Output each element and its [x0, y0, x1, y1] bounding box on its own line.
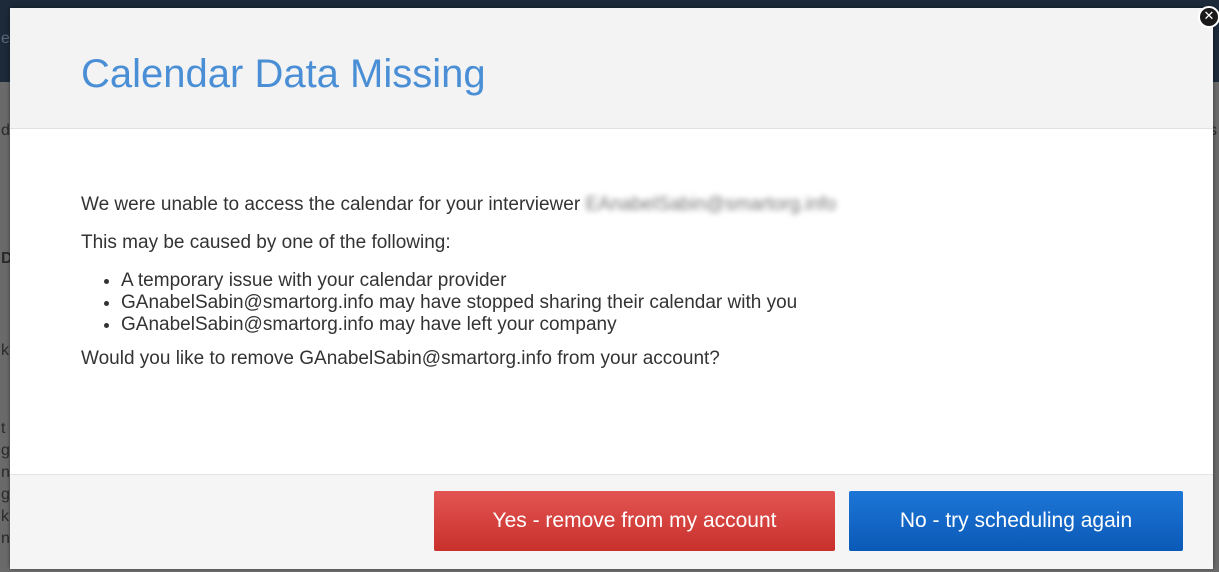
remove-from-account-button[interactable]: Yes - remove from my account [434, 491, 835, 551]
causes-list: A temporary issue with your calendar pro… [81, 270, 1161, 336]
background-fragment: t [1, 420, 6, 437]
causes-intro: This may be caused by one of the followi… [81, 232, 451, 253]
dialog-title: Calendar Data Missing [81, 52, 486, 96]
cause-item: GAnabelSabin@smartorg.info may have left… [121, 314, 1161, 336]
intro-text: We were unable to access the calendar fo… [81, 194, 581, 215]
close-icon[interactable]: ✕ [1198, 6, 1219, 28]
cause-item: GAnabelSabin@smartorg.info may have stop… [121, 292, 1161, 314]
background-fragment: k [1, 508, 9, 525]
dialog-footer: Yes - remove from my account No - try sc… [10, 474, 1213, 569]
background-fragment: k [1, 342, 9, 359]
calendar-data-missing-dialog: Calendar Data Missing We were unable to … [10, 8, 1213, 569]
try-scheduling-again-button[interactable]: No - try scheduling again [849, 491, 1183, 551]
remove-question: Would you like to remove GAnabelSabin@sm… [81, 348, 720, 369]
background-fragment: d [1, 122, 10, 139]
blurred-interviewer-email: EAnabelSabin@smartorg.info [585, 194, 837, 215]
intro-paragraph: We were unable to access the calendar fo… [81, 194, 1161, 216]
cause-item: A temporary issue with your calendar pro… [121, 270, 1161, 292]
background-fragment: n [1, 464, 10, 481]
background-fragment: n [1, 530, 10, 547]
background-fragment: g [1, 486, 10, 503]
dialog-body: We were unable to access the calendar fo… [81, 194, 1161, 386]
dialog-header: Calendar Data Missing [10, 8, 1213, 129]
background-fragment: g [1, 442, 10, 459]
